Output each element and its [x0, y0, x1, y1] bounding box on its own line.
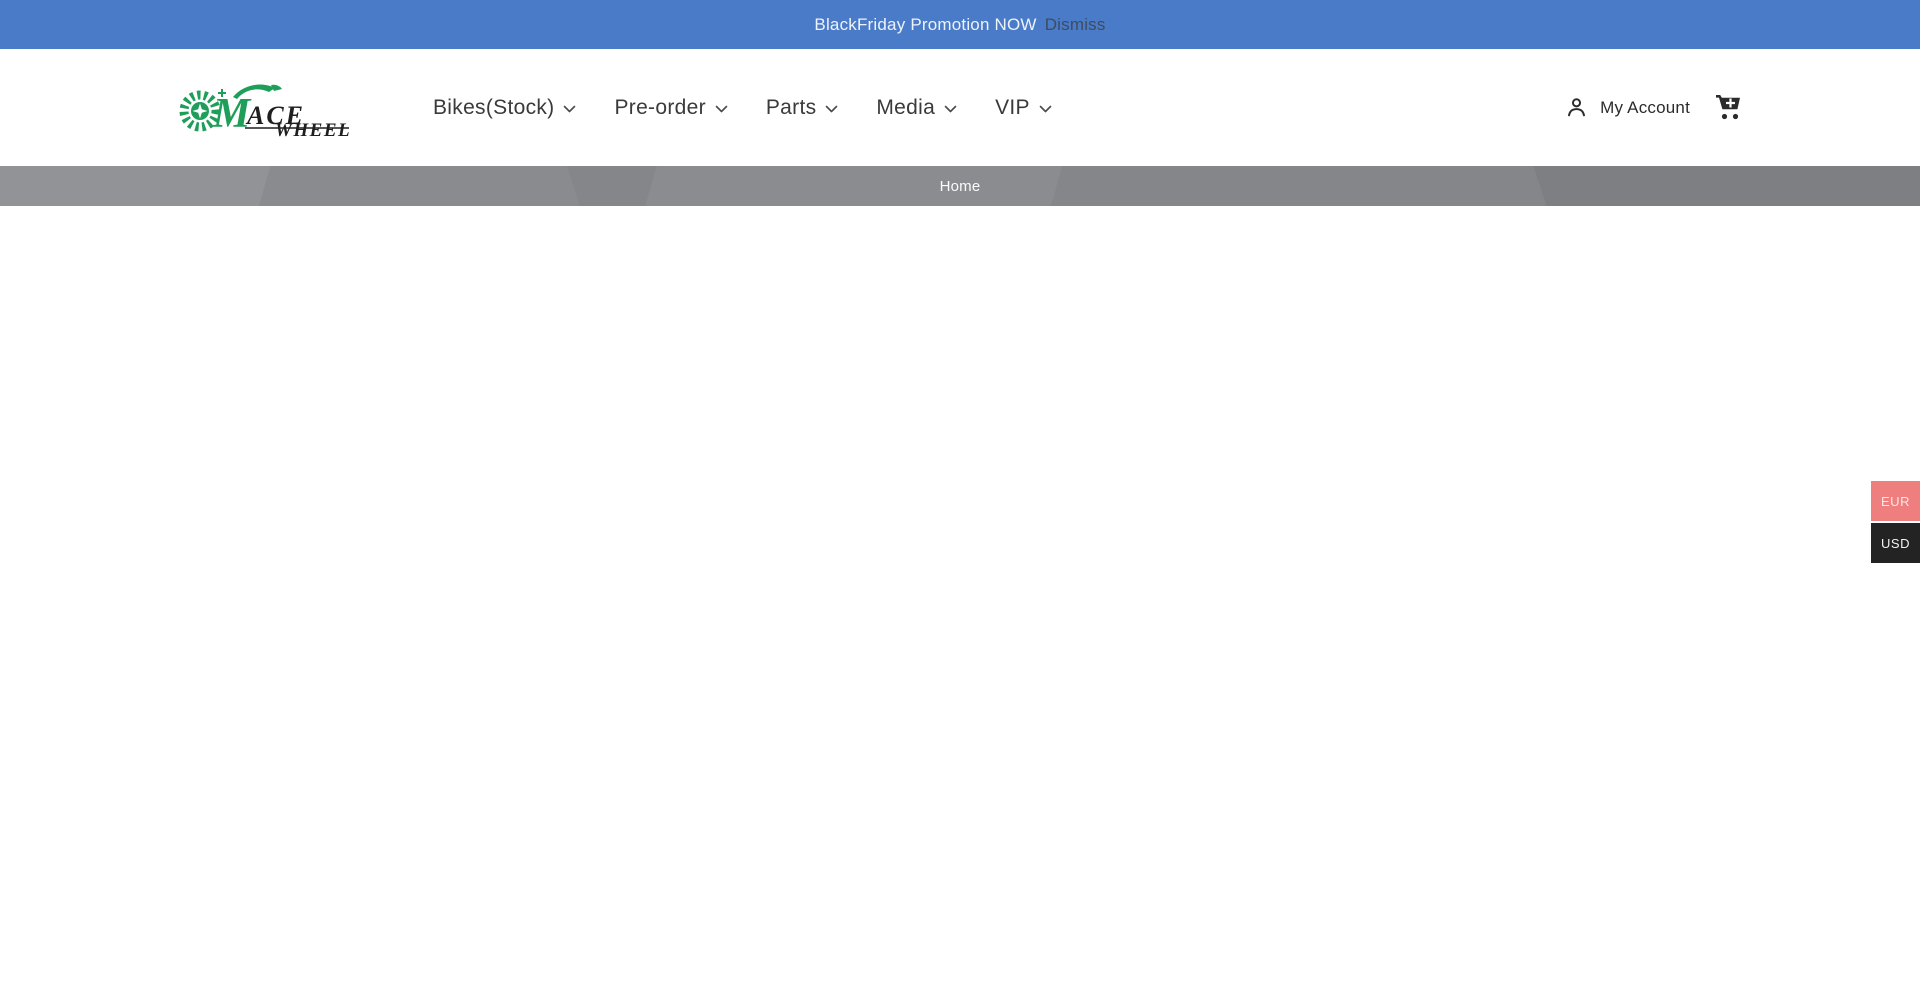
- header-right: My Account: [1564, 93, 1743, 122]
- nav-item-label: Media: [876, 96, 935, 120]
- breadcrumb-bar: Home: [0, 166, 1920, 206]
- my-account-link[interactable]: My Account: [1564, 95, 1690, 120]
- nav-item-label: Parts: [766, 96, 817, 120]
- nav-item-label: VIP: [995, 96, 1030, 120]
- promo-banner-text: BlackFriday Promotion NOW: [814, 15, 1036, 35]
- nav-item-pre-order[interactable]: Pre-order: [614, 96, 727, 120]
- my-account-label: My Account: [1600, 98, 1690, 118]
- currency-eur-button[interactable]: EUR: [1871, 481, 1920, 521]
- logo-macewheel[interactable]: M ACE WHEEL: [175, 79, 351, 137]
- currency-usd-button[interactable]: USD: [1871, 523, 1920, 563]
- promo-banner: BlackFriday Promotion NOW Dismiss: [0, 0, 1920, 49]
- spoked-wheel-icon: M ACE WHEEL: [175, 79, 351, 137]
- nav-item-media[interactable]: Media: [876, 96, 957, 120]
- nav-item-label: Pre-order: [614, 96, 705, 120]
- chevron-down-icon: [715, 102, 728, 114]
- chevron-down-icon: [563, 102, 576, 114]
- cart-plus-icon: [1712, 93, 1743, 122]
- content-area: [0, 206, 1920, 993]
- person-icon: [1564, 95, 1589, 120]
- page-title: Home: [940, 178, 981, 195]
- nav-item-vip[interactable]: VIP: [995, 96, 1052, 120]
- chevron-down-icon: [825, 102, 838, 114]
- currency-switcher: EUR USD: [1871, 481, 1920, 563]
- dismiss-link[interactable]: Dismiss: [1045, 15, 1106, 35]
- cart-button[interactable]: [1712, 93, 1743, 122]
- nav-item-bikes-stock[interactable]: Bikes(Stock): [433, 96, 576, 120]
- site-header: M ACE WHEEL Bikes(Stock) Pre-order Parts: [0, 49, 1920, 166]
- chevron-down-icon: [944, 102, 957, 114]
- main-nav: Bikes(Stock) Pre-order Parts Media VIP: [433, 96, 1052, 120]
- svg-text:WHEEL: WHEEL: [275, 120, 351, 137]
- chevron-down-icon: [1039, 102, 1052, 114]
- nav-item-label: Bikes(Stock): [433, 96, 554, 120]
- nav-item-parts[interactable]: Parts: [766, 96, 839, 120]
- svg-text:M: M: [212, 91, 252, 137]
